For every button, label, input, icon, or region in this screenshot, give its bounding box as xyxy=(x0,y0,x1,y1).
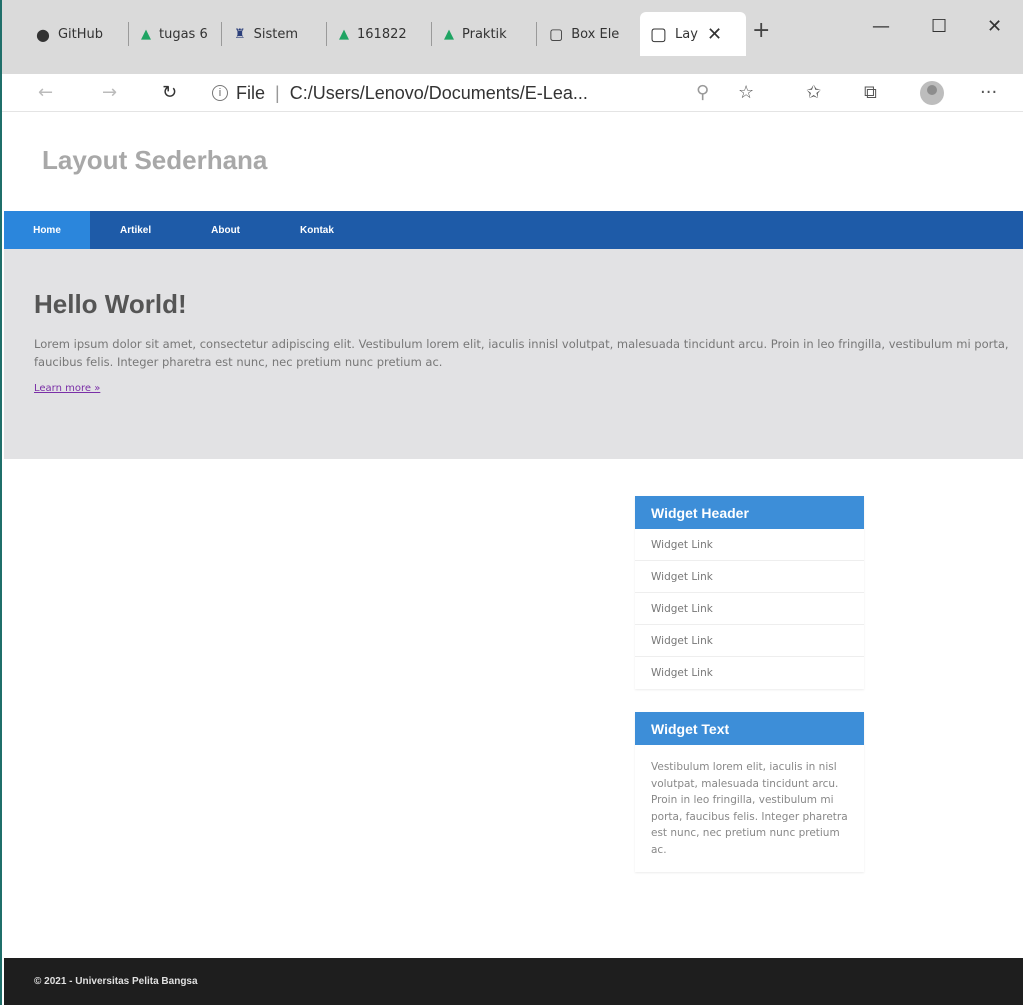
web-page: Layout Sederhana Home Artikel About Kont… xyxy=(4,112,1023,1005)
widget-link[interactable]: Widget Link xyxy=(635,561,864,593)
nav-home[interactable]: Home xyxy=(4,211,90,249)
url-scheme-label: File xyxy=(236,82,266,103)
collections-icon[interactable]: ⧉ xyxy=(864,82,877,103)
refresh-icon[interactable]: ↻ xyxy=(162,82,177,103)
widget-link[interactable]: Widget Link xyxy=(635,529,864,561)
url-text: C:/Users/Lenovo/Documents/E-Lea... xyxy=(289,82,588,103)
google-drive-icon: ▲ xyxy=(339,26,349,42)
address-bar[interactable]: i File | C:/Users/Lenovo/Documents/E-Lea… xyxy=(212,77,767,109)
nav-kontak[interactable]: Kontak xyxy=(270,211,364,249)
google-drive-icon: ▲ xyxy=(141,26,151,42)
new-tab-button[interactable]: + xyxy=(752,20,770,42)
forward-arrow-icon[interactable]: → xyxy=(102,82,117,103)
favorites-list-icon[interactable]: ✩ xyxy=(806,82,821,103)
tab-label: Lay xyxy=(675,26,698,42)
back-arrow-icon[interactable]: ← xyxy=(38,82,53,103)
favorite-star-icon[interactable]: ☆ xyxy=(738,82,754,103)
learn-more-link[interactable]: Learn more » xyxy=(34,383,100,394)
github-icon: ● xyxy=(36,24,50,44)
tab-sistem[interactable]: ♜ Sistem xyxy=(222,14,326,54)
minimize-button[interactable]: — xyxy=(872,16,890,37)
browser-window: ● GitHub ▲ tugas 6 ♜ Sistem ▲ 161822 ▲ P… xyxy=(0,0,1023,1005)
close-window-button[interactable]: ✕ xyxy=(987,16,1002,37)
tab-tugas[interactable]: ▲ tugas 6 xyxy=(129,14,221,54)
maximize-button[interactable]: ☐ xyxy=(931,16,947,37)
widget-text: Widget Text Vestibulum lorem elit, iacul… xyxy=(635,712,864,872)
hero-heading: Hello World! xyxy=(34,289,187,319)
nav-about[interactable]: About xyxy=(181,211,270,249)
main-nav: Home Artikel About Kontak xyxy=(4,211,1023,249)
widget-link[interactable]: Widget Link xyxy=(635,593,864,625)
widget-link[interactable]: Widget Link xyxy=(635,657,864,689)
tab-label: tugas 6 xyxy=(159,26,208,42)
widget-text-body: Vestibulum lorem elit, iaculis in nisl v… xyxy=(651,761,848,856)
nav-artikel[interactable]: Artikel xyxy=(90,211,181,249)
tab-strip: ● GitHub ▲ tugas 6 ♜ Sistem ▲ 161822 ▲ P… xyxy=(2,0,1023,74)
widget-text-title: Widget Text xyxy=(635,712,864,745)
more-menu-icon[interactable]: ··· xyxy=(980,82,997,103)
site-title: Layout Sederhana xyxy=(42,144,268,175)
widget-header-title: Widget Header xyxy=(635,496,864,529)
site-header: Layout Sederhana xyxy=(4,112,1023,210)
widget-links: Widget Header Widget Link Widget Link Wi… xyxy=(635,496,864,689)
document-icon: ▢ xyxy=(650,23,668,45)
widget-link[interactable]: Widget Link xyxy=(635,625,864,657)
profile-avatar[interactable] xyxy=(920,81,944,105)
tab-label: 161822 xyxy=(357,26,407,42)
tab-161822[interactable]: ▲ 161822 xyxy=(327,14,431,54)
tab-layout-active[interactable]: ▢ Lay ✕ xyxy=(640,12,746,56)
info-icon[interactable]: i xyxy=(212,85,228,101)
site-footer: © 2021 - Universitas Pelita Bangsa xyxy=(4,958,1023,1005)
university-icon: ♜ xyxy=(234,26,246,42)
tab-label: GitHub xyxy=(57,26,104,42)
url-separator: | xyxy=(275,82,280,103)
hero-text: Lorem ipsum dolor sit amet, consectetur … xyxy=(34,337,1009,369)
address-toolbar: ← → ↻ i File | C:/Users/Lenovo/Documents… xyxy=(2,74,1023,112)
tab-label: Box Ele xyxy=(571,26,620,42)
tab-label: Praktik xyxy=(462,26,507,42)
tab-github[interactable]: ● GitHub xyxy=(24,14,128,54)
tab-label: Sistem xyxy=(253,26,299,42)
close-tab-icon[interactable]: ✕ xyxy=(707,24,722,45)
google-drive-icon: ▲ xyxy=(444,26,454,42)
tab-praktik[interactable]: ▲ Praktik xyxy=(432,14,536,54)
hero-section: Hello World! Lorem ipsum dolor sit amet,… xyxy=(4,249,1023,459)
zoom-icon[interactable]: ⚲ xyxy=(696,82,709,103)
tab-box[interactable]: ▢ Box Ele xyxy=(537,14,637,54)
document-icon: ▢ xyxy=(549,25,564,43)
